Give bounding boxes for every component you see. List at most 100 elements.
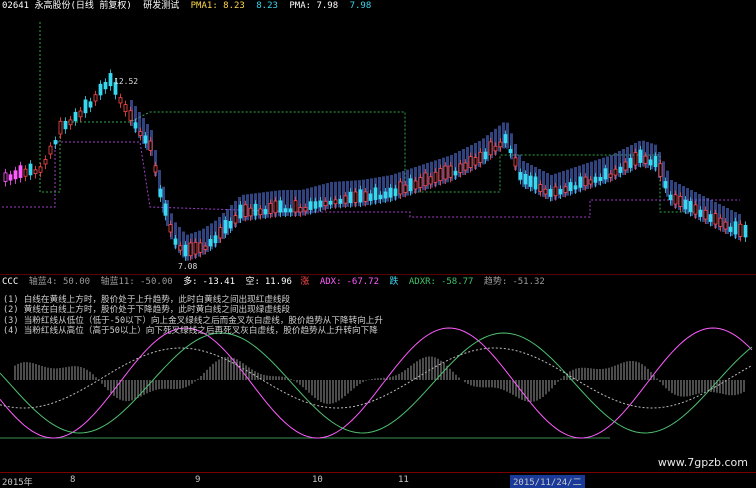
chart-title-bar: 02641 永高股份(日线 前复权) 研发测试 PMA1: 8.23 8.23 … [2,0,377,12]
candle-body [108,73,113,87]
candle-body [163,203,168,216]
candle-body [713,213,718,225]
candle-body [348,191,353,204]
candle-body [438,168,443,182]
candle-body [273,200,278,214]
legend-line: (2) 黄线在白线上方时，股价处于下降趋势，此时黄白线之间出现绿虚线段 [3,305,291,316]
band-bar [646,142,649,168]
indicator-short-name: CCC [2,277,19,287]
candle-body [493,145,498,152]
trend-label: 趋势: [483,277,508,287]
candle-body [93,94,98,102]
candle-body [353,191,358,203]
candle-body [543,188,548,195]
candle-body [468,156,473,168]
candle-body [263,209,268,215]
candle-body [408,178,413,192]
trend-value: -51.32 [512,277,545,287]
candle-body [528,175,533,187]
candle-body [443,165,448,180]
candle-body [173,238,178,245]
candle-body [43,159,48,165]
candle-body [53,140,58,145]
candle-body [188,242,193,257]
candle-body [378,194,383,200]
time-axis: 2015年 8 9 10 11 2015/11/24/二 [0,472,756,488]
short-label: 空: [245,277,260,287]
candle-body [383,191,388,199]
candle-body [508,149,513,154]
candle-body [558,188,563,195]
candle-body [593,176,598,183]
adxr-label: ADXR: [408,277,436,287]
candle-body [23,168,28,177]
candle-body [198,242,203,253]
candle-body [243,204,248,217]
candle-body [733,221,738,235]
candle-body [653,156,658,168]
candle-body [688,201,693,212]
price-chart[interactable] [0,12,756,274]
rise-tag: 涨 [300,277,310,287]
candle-body [523,174,528,185]
adx-label: ADX: [319,277,342,287]
candle-body [728,226,733,232]
candle-body [518,172,523,180]
candle-body [218,227,223,239]
candle-body [498,141,503,148]
param-1: 轴蓝4: 50.00 [28,277,91,287]
indicator-legend: (1) 白线在黄线上方时，股价处于上升趋势，此时白黄线之间出现红虚线段 (2) … [3,295,383,336]
adxr-line [0,332,753,434]
candle-body [13,170,18,180]
candle-body [183,244,188,257]
candle-body [628,157,633,168]
band-bar [482,138,485,165]
candle-body [693,204,698,215]
adx-value: -67.72 [346,277,380,287]
time-label: 8 [70,475,76,485]
band-bar [462,149,465,175]
candle-body [283,208,288,213]
candle-body [328,200,333,205]
candle-body [58,120,63,135]
long-label: 多: [183,277,198,287]
candle-body [598,176,603,182]
candle-body [708,214,713,222]
candle-body [553,186,558,197]
candle-body [203,245,208,250]
candle-body [118,97,123,104]
candle-body [578,176,583,188]
candle-body [38,166,43,173]
candle-body [168,224,173,233]
indicator-name: 研发测试 [143,1,180,11]
candle-body [258,208,263,216]
panel-divider [0,274,756,275]
param-2: 轴蓝11: -50.00 [100,277,173,287]
candle-body [678,196,683,207]
band-bar [382,176,385,203]
candle-body [568,182,573,192]
candle-body [228,221,233,229]
candle-body [363,191,368,202]
candle-body [658,163,663,177]
candle-body [673,194,678,205]
pma1-label: PMA1: 8.23 [190,1,245,11]
short-value: 11.96 [264,277,292,287]
candle-body [703,209,708,220]
candle-body [83,99,88,114]
cursor-date[interactable]: 2015/11/24/二 [510,475,585,488]
candle-body [158,188,163,198]
candle-body [738,223,743,237]
time-label: 9 [195,475,201,485]
candle-body [213,235,218,244]
candle-body [148,140,153,151]
candle-body [723,221,728,230]
indicator-header: CCC 轴蓝4: 50.00 轴蓝11: -50.00 多: -13.41 空: 1… [2,276,550,288]
candle-body [73,111,78,122]
candle-body [48,145,53,155]
candle-body [458,163,463,173]
candle-body [143,135,148,144]
candle-body [663,181,668,189]
candle-body [343,195,348,204]
candle-body [488,141,493,156]
